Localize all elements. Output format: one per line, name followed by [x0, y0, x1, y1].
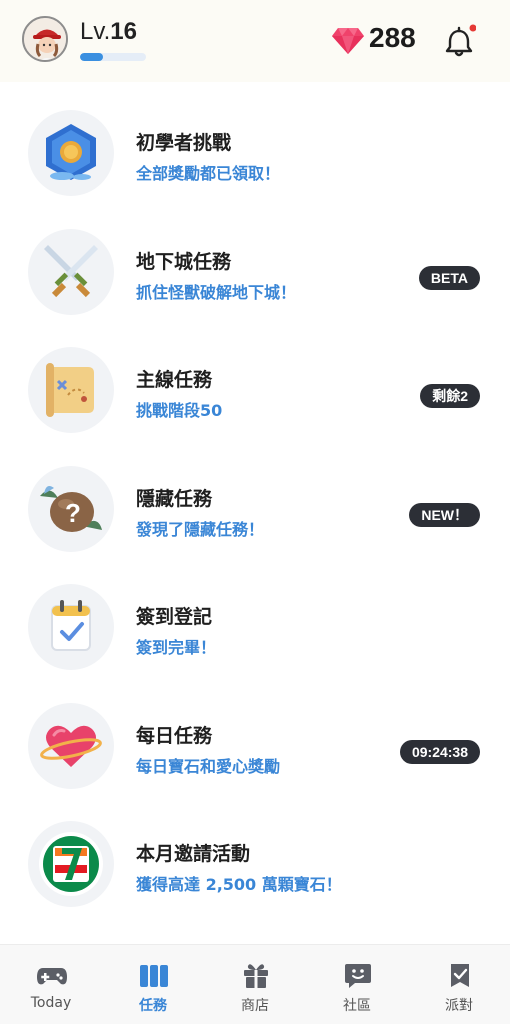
level-progress-bar — [80, 53, 146, 61]
mystery-egg-icon: ? — [28, 465, 114, 552]
task-beginner-challenge[interactable]: 初學者挑戰 全部獎勵都已領取！ — [0, 92, 510, 211]
level-label: Lv.16 — [80, 18, 137, 46]
task-list: 初學者挑戰 全部獎勵都已領取！ 地下城任務 抓住怪獸破解地下城！ BETA 主線… — [0, 92, 510, 922]
level-progress-fill — [80, 53, 104, 61]
task-title: 本月邀請活動 — [136, 843, 251, 865]
task-check-in[interactable]: 簽到登記 簽到完畢！ — [0, 566, 510, 685]
calendar-check-icon — [28, 584, 114, 670]
task-title: 每日任務 — [136, 724, 213, 747]
party-flag-icon — [451, 964, 469, 987]
task-subtitle: 簽到完畢！ — [136, 638, 217, 657]
treasure-map-icon — [28, 347, 114, 433]
task-subtitle: 獲得高達 2,500 萬顆寶石！ — [136, 875, 342, 894]
task-title: 隱藏任務 — [136, 487, 213, 510]
svg-text:?: ? — [65, 498, 81, 528]
heart-planet-icon — [28, 702, 114, 789]
nav-community[interactable]: 社區 — [306, 945, 408, 1024]
beginner-gem-icon — [28, 110, 114, 196]
nav-label: 商店 — [241, 998, 269, 1014]
task-title: 簽到登記 — [136, 606, 213, 628]
notification-dot — [469, 24, 476, 32]
seven-eleven-logo — [28, 821, 114, 907]
task-subtitle: 每日寶石和愛心獎勵 — [136, 756, 281, 776]
task-daily[interactable]: 每日任務 每日寶石和愛心獎勵 09:24:38 — [0, 685, 510, 804]
new-badge: NEW！ — [409, 502, 480, 527]
gift-icon — [244, 964, 268, 988]
gem-count: 288 — [369, 22, 416, 53]
bottom-nav: Today 任務 商店 社區 派對 — [0, 944, 510, 1024]
task-dungeon[interactable]: 地下城任務 抓住怪獸破解地下城！ BETA — [0, 211, 510, 330]
nav-label: 任務 — [139, 998, 167, 1014]
task-title: 主線任務 — [136, 369, 213, 391]
task-subtitle: 發現了隱藏任務！ — [136, 519, 265, 539]
task-subtitle: 抓住怪獸破解地下城！ — [136, 282, 297, 302]
nav-label: 社區 — [343, 998, 371, 1014]
task-subtitle: 全部獎勵都已領取！ — [136, 164, 281, 183]
tasks-icon — [140, 965, 168, 987]
crossed-swords-icon — [28, 228, 114, 315]
countdown-badge: 09:24:38 — [399, 739, 480, 764]
avatar[interactable] — [22, 16, 68, 62]
nav-today[interactable]: Today — [0, 945, 102, 1024]
nav-tasks[interactable]: 任務 — [102, 945, 204, 1024]
task-hidden-quest[interactable]: ? 隱藏任務 發現了隱藏任務！ NEW！ — [0, 448, 510, 567]
task-title: 初學者挑戰 — [136, 132, 232, 154]
remaining-badge: 剩餘2 — [420, 384, 480, 408]
level-value: 16 — [110, 18, 137, 45]
nav-label: Today — [30, 995, 72, 1011]
level-prefix: Lv. — [80, 18, 111, 45]
task-title: 地下城任務 — [136, 250, 232, 273]
task-monthly-invite[interactable]: 本月邀請活動 獲得高達 2,500 萬顆寶石！ — [0, 803, 510, 922]
beta-badge: BETA — [418, 265, 480, 290]
top-bar: Lv.16 288 — [0, 0, 510, 82]
gamepad-icon — [37, 968, 67, 985]
chat-smile-icon — [345, 964, 371, 988]
task-main-quest[interactable]: 主線任務 挑戰階段50 剩餘2 — [0, 329, 510, 448]
nav-party[interactable]: 派對 — [408, 945, 510, 1024]
bell-icon[interactable] — [444, 24, 476, 58]
task-subtitle: 挑戰階段50 — [136, 401, 223, 420]
nav-label: 派對 — [445, 998, 473, 1014]
nav-shop[interactable]: 商店 — [204, 945, 306, 1024]
gem-icon — [332, 28, 364, 54]
